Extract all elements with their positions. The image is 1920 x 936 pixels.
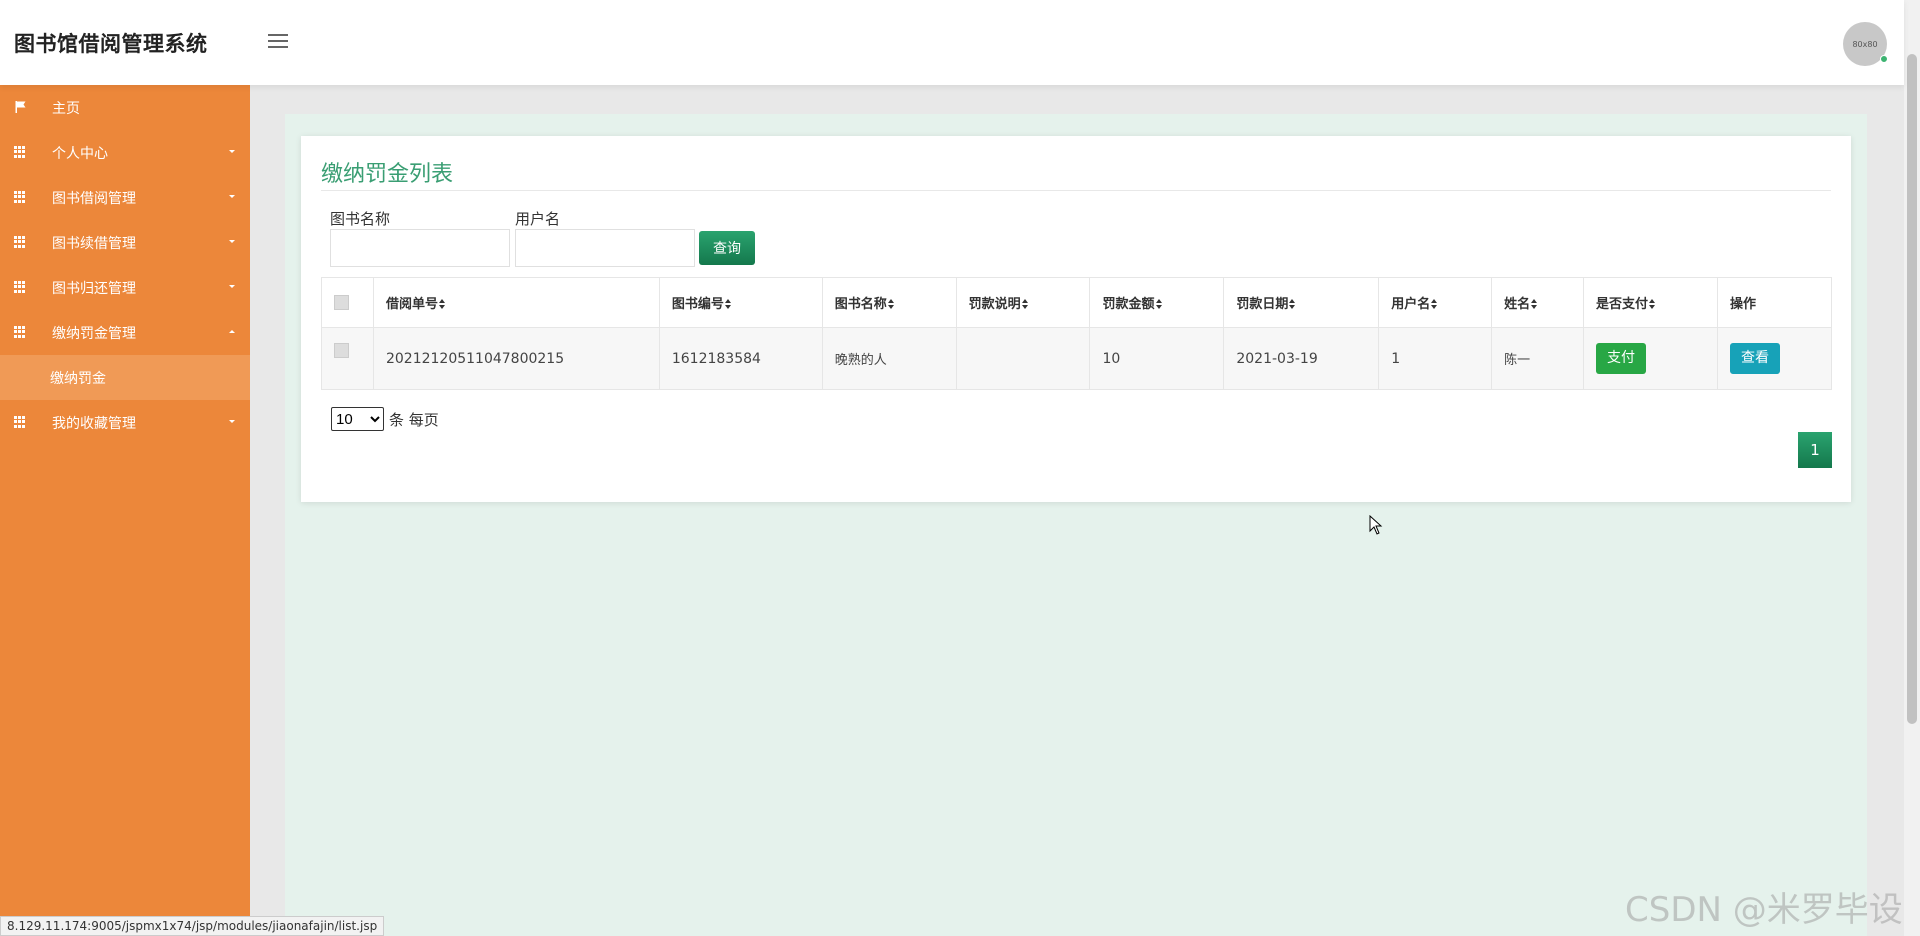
sidebar: 主页 个人中心 图书借阅管理 图书续借管理 图书归还管理 缴纳罚金管理 缴纳罚金…	[0, 85, 250, 936]
row-checkbox-cell	[321, 327, 374, 390]
pagination-page-button[interactable]: 1	[1798, 432, 1832, 468]
sidebar-item-label: 主页	[52, 100, 80, 117]
caret-down-icon	[229, 150, 235, 153]
cell-username: 1	[1378, 327, 1493, 390]
column-header[interactable]: 罚款金额	[1089, 277, 1225, 328]
sidebar-item-return-management[interactable]: 图书归还管理	[0, 265, 250, 310]
caret-down-icon	[229, 240, 235, 243]
table-row: 20212120511047800215 1612183584 晚熟的人 10 …	[321, 327, 1833, 390]
sort-icon	[1431, 299, 1438, 309]
select-all-checkbox[interactable]	[334, 295, 349, 310]
scrollbar-thumb[interactable]	[1907, 54, 1917, 724]
cell-pay: 支付	[1583, 327, 1718, 390]
page-size-control: 10 条 每页	[331, 407, 439, 431]
page-title: 缴纳罚金列表	[321, 162, 454, 187]
title-divider	[321, 190, 1831, 191]
sidebar-item-personal-center[interactable]: 个人中心	[0, 130, 250, 175]
status-url: 8.129.11.174:9005/jspmx1x74/jsp/modules/…	[0, 916, 385, 936]
column-header[interactable]: 是否支付	[1583, 277, 1718, 328]
per-page-label: 条 每页	[389, 410, 439, 429]
table-header-row: 借阅单号 图书编号 图书名称 罚款说明 罚款金额 罚款日期 用户名 姓名 是否支…	[321, 277, 1833, 328]
fine-list-card: 缴纳罚金列表 图书名称 用户名 查询 借阅单号 图书编号 图书名称 罚款说明 罚…	[301, 136, 1851, 502]
caret-up-icon	[229, 330, 235, 333]
sort-icon	[724, 299, 731, 309]
menu-toggle-icon[interactable]	[268, 34, 288, 50]
sort-icon	[887, 299, 894, 309]
grid-icon	[14, 236, 27, 248]
sidebar-item-label: 图书续借管理	[52, 235, 136, 252]
watermark: CSDN @米罗毕设	[1625, 890, 1903, 930]
sidebar-item-renew-management[interactable]: 图书续借管理	[0, 220, 250, 265]
cell-book-name: 晚熟的人	[821, 327, 957, 390]
grid-icon	[14, 416, 27, 428]
cell-name: 陈一	[1491, 327, 1585, 390]
cell-fine-desc	[955, 327, 1091, 390]
column-header[interactable]: 用户名	[1378, 277, 1493, 328]
mouse-cursor-icon	[1369, 515, 1383, 535]
column-header[interactable]: 图书编号	[658, 277, 823, 328]
username-label: 用户名	[515, 210, 561, 228]
column-header[interactable]: 姓名	[1491, 277, 1585, 328]
column-header[interactable]: 罚款日期	[1223, 277, 1380, 328]
flag-icon	[15, 101, 26, 113]
cell-borrow-no: 20212120511047800215	[372, 327, 660, 390]
grid-icon	[14, 326, 27, 338]
page-size-select[interactable]: 10	[331, 407, 384, 431]
grid-icon	[14, 281, 27, 293]
select-all-cell	[321, 277, 374, 328]
grid-icon	[14, 191, 27, 203]
caret-down-icon	[229, 420, 235, 423]
sidebar-item-label: 图书借阅管理	[52, 190, 136, 207]
fine-table: 借阅单号 图书编号 图书名称 罚款说明 罚款金额 罚款日期 用户名 姓名 是否支…	[321, 277, 1833, 390]
top-bar: 图书馆借阅管理系统 80x80	[0, 0, 1904, 85]
caret-down-icon	[229, 195, 235, 198]
sidebar-item-borrow-management[interactable]: 图书借阅管理	[0, 175, 250, 220]
sidebar-item-fine-management[interactable]: 缴纳罚金管理	[0, 310, 250, 355]
sort-icon	[1021, 299, 1028, 309]
sort-icon	[1289, 299, 1296, 309]
sidebar-item-label: 我的收藏管理	[52, 415, 136, 432]
column-header-actions: 操作	[1716, 277, 1833, 328]
caret-down-icon	[229, 285, 235, 288]
column-header[interactable]: 罚款说明	[955, 277, 1091, 328]
book-name-input[interactable]	[330, 229, 510, 267]
sort-icon	[1649, 299, 1656, 309]
column-header[interactable]: 图书名称	[821, 277, 957, 328]
sidebar-item-label: 个人中心	[52, 145, 108, 162]
sidebar-item-home[interactable]: 主页	[0, 85, 250, 130]
cell-fine-date: 2021-03-19	[1223, 327, 1380, 390]
query-button[interactable]: 查询	[699, 231, 755, 265]
sort-icon	[1531, 299, 1538, 309]
online-status-dot	[1880, 55, 1888, 63]
grid-icon	[14, 146, 27, 158]
sort-icon	[1155, 299, 1162, 309]
cell-actions: 查看	[1716, 327, 1833, 390]
sidebar-item-label: 图书归还管理	[52, 280, 136, 297]
column-header[interactable]: 借阅单号	[372, 277, 660, 328]
sidebar-item-label: 缴纳罚金管理	[52, 325, 136, 342]
row-checkbox[interactable]	[334, 342, 349, 358]
pay-button[interactable]: 支付	[1596, 343, 1647, 374]
username-input[interactable]	[515, 229, 695, 267]
book-name-label: 图书名称	[330, 210, 391, 228]
sidebar-subitem-label: 缴纳罚金	[50, 371, 106, 387]
view-button[interactable]: 查看	[1729, 343, 1780, 374]
sort-icon	[438, 299, 445, 309]
app-title: 图书馆借阅管理系统	[14, 32, 208, 56]
cell-fine-amount: 10	[1089, 327, 1225, 390]
sidebar-subitem-pay-fine[interactable]: 缴纳罚金	[0, 355, 250, 400]
sidebar-item-favorites-management[interactable]: 我的收藏管理	[0, 400, 250, 445]
cell-book-no: 1612183584	[658, 327, 823, 390]
